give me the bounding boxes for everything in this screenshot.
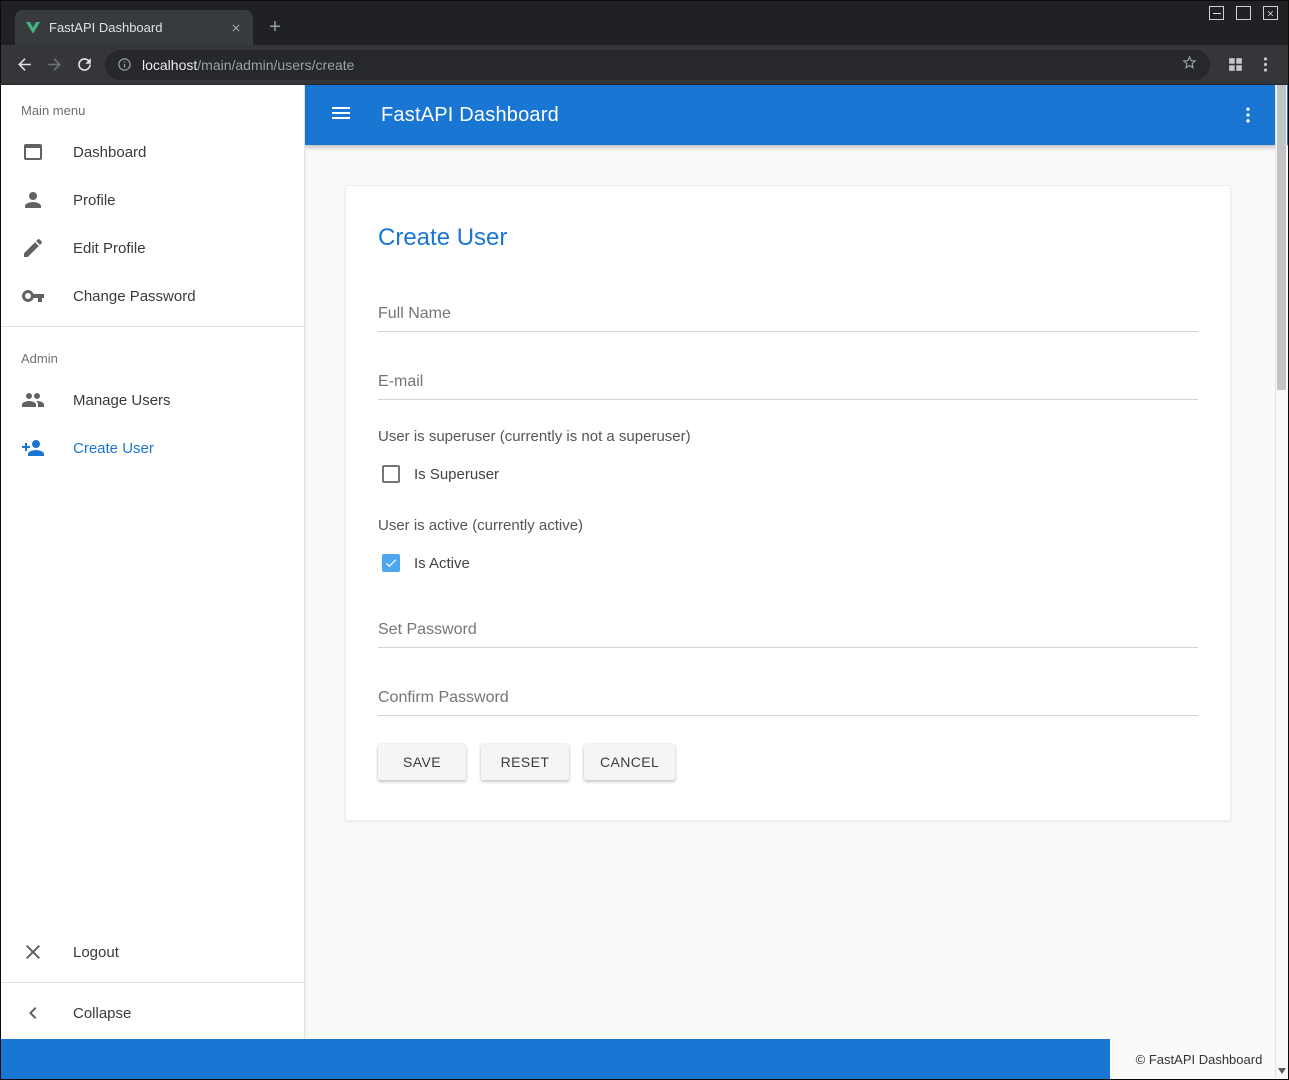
app-footer: © FastAPI Dashboard: [1, 1039, 1288, 1079]
tab-close-icon[interactable]: [227, 19, 245, 37]
sidebar-item-create-user[interactable]: Create User: [1, 424, 304, 472]
sidebar-item-label: Manage Users: [73, 392, 171, 409]
sidebar-item-label: Profile: [73, 192, 116, 209]
app-toolbar: FastAPI Dashboard: [305, 85, 1288, 145]
superuser-hint: User is superuser (currently is not a su…: [378, 428, 1198, 445]
forward-icon[interactable]: [39, 50, 69, 80]
app-root: Main menu Dashboard Profile Edit Profile: [1, 85, 1288, 1039]
browser-navbar: localhost/main/admin/users/create: [1, 45, 1288, 85]
page-scrollbar[interactable]: [1275, 85, 1287, 1078]
pencil-icon: [21, 236, 45, 260]
is-superuser-checkbox[interactable]: [382, 465, 400, 483]
reset-button[interactable]: RESET: [481, 744, 569, 780]
sidebar-divider: [1, 326, 304, 327]
app-title: FastAPI Dashboard: [381, 104, 559, 127]
site-info-icon[interactable]: [117, 57, 132, 72]
confirm-password-input[interactable]: [378, 680, 1198, 716]
main-area: FastAPI Dashboard Create User User is su…: [305, 85, 1288, 1039]
set-password-input[interactable]: [378, 612, 1198, 648]
sidebar-item-label: Dashboard: [73, 144, 146, 161]
address-bar[interactable]: localhost/main/admin/users/create: [105, 50, 1210, 80]
sidebar-section-main-label: Main menu: [1, 85, 304, 128]
apps-grid-icon[interactable]: [1220, 50, 1250, 80]
minimize-button[interactable]: [1209, 6, 1224, 20]
form-actions: SAVE RESET CANCEL: [378, 744, 1198, 780]
active-hint: User is active (currently active): [378, 517, 1198, 534]
check-icon: [384, 555, 398, 571]
sidebar-item-collapse[interactable]: Collapse: [1, 989, 304, 1037]
dashboard-icon: [21, 140, 45, 164]
sidebar-item-edit-profile[interactable]: Edit Profile: [1, 224, 304, 272]
window-close-button[interactable]: [1263, 6, 1278, 20]
close-icon: [21, 940, 45, 964]
is-superuser-label[interactable]: Is Superuser: [414, 466, 499, 483]
reload-icon[interactable]: [69, 50, 99, 80]
browser-window: FastAPI Dashboard + localhost/mai: [0, 0, 1289, 1080]
page-content: Create User User is superuser (currently…: [305, 145, 1288, 1039]
url-host: localhost: [142, 57, 197, 73]
sidebar: Main menu Dashboard Profile Edit Profile: [1, 85, 305, 1039]
sidebar-item-label: Edit Profile: [73, 240, 146, 257]
page-title: Create User: [378, 224, 1198, 252]
is-active-checkbox-row[interactable]: Is Active: [378, 554, 1198, 572]
sidebar-item-dashboard[interactable]: Dashboard: [1, 128, 304, 176]
scroll-down-arrow-icon[interactable]: [1278, 1068, 1286, 1074]
sidebar-item-logout[interactable]: Logout: [1, 928, 304, 976]
sidebar-item-manage-users[interactable]: Manage Users: [1, 376, 304, 424]
people-icon: [21, 388, 45, 412]
vue-favicon-icon: [25, 20, 41, 36]
cancel-button[interactable]: CANCEL: [584, 744, 675, 780]
url-text[interactable]: localhost/main/admin/users/create: [142, 57, 354, 73]
chevron-left-icon: [21, 1001, 45, 1025]
create-user-card: Create User User is superuser (currently…: [345, 185, 1231, 821]
full-name-input[interactable]: [378, 296, 1198, 332]
bookmark-star-icon[interactable]: [1181, 54, 1198, 76]
maximize-button[interactable]: [1236, 6, 1251, 20]
person-icon: [21, 188, 45, 212]
url-path: /main/admin/users/create: [197, 57, 354, 73]
sidebar-item-change-password[interactable]: Change Password: [1, 272, 304, 320]
is-active-label[interactable]: Is Active: [414, 555, 470, 572]
window-controls: [1209, 6, 1278, 20]
new-tab-button[interactable]: +: [261, 13, 289, 41]
browser-tab[interactable]: FastAPI Dashboard: [15, 10, 253, 45]
sidebar-item-label: Collapse: [73, 1005, 131, 1022]
sidebar-item-label: Logout: [73, 944, 119, 961]
scrollbar-thumb[interactable]: [1277, 85, 1286, 390]
sidebar-item-profile[interactable]: Profile: [1, 176, 304, 224]
sidebar-bottom: Logout Collapse: [1, 928, 304, 1039]
key-icon: [21, 284, 45, 308]
is-active-checkbox[interactable]: [382, 554, 400, 572]
tab-title: FastAPI Dashboard: [49, 20, 227, 35]
sidebar-item-label: Create User: [73, 440, 154, 457]
person-add-icon: [21, 436, 45, 460]
toolbar-kebab-icon[interactable]: [1232, 99, 1264, 131]
browser-menu-icon[interactable]: [1250, 50, 1280, 80]
copyright-text: © FastAPI Dashboard: [1110, 1039, 1288, 1079]
sidebar-divider: [1, 982, 304, 983]
browser-titlebar: FastAPI Dashboard +: [1, 1, 1288, 45]
sidebar-item-label: Change Password: [73, 288, 196, 305]
sidebar-section-admin-label: Admin: [1, 333, 304, 376]
back-icon[interactable]: [9, 50, 39, 80]
email-input[interactable]: [378, 364, 1198, 400]
is-superuser-checkbox-row[interactable]: Is Superuser: [378, 465, 1198, 483]
save-button[interactable]: SAVE: [378, 744, 466, 780]
hamburger-menu-icon[interactable]: [329, 101, 353, 130]
